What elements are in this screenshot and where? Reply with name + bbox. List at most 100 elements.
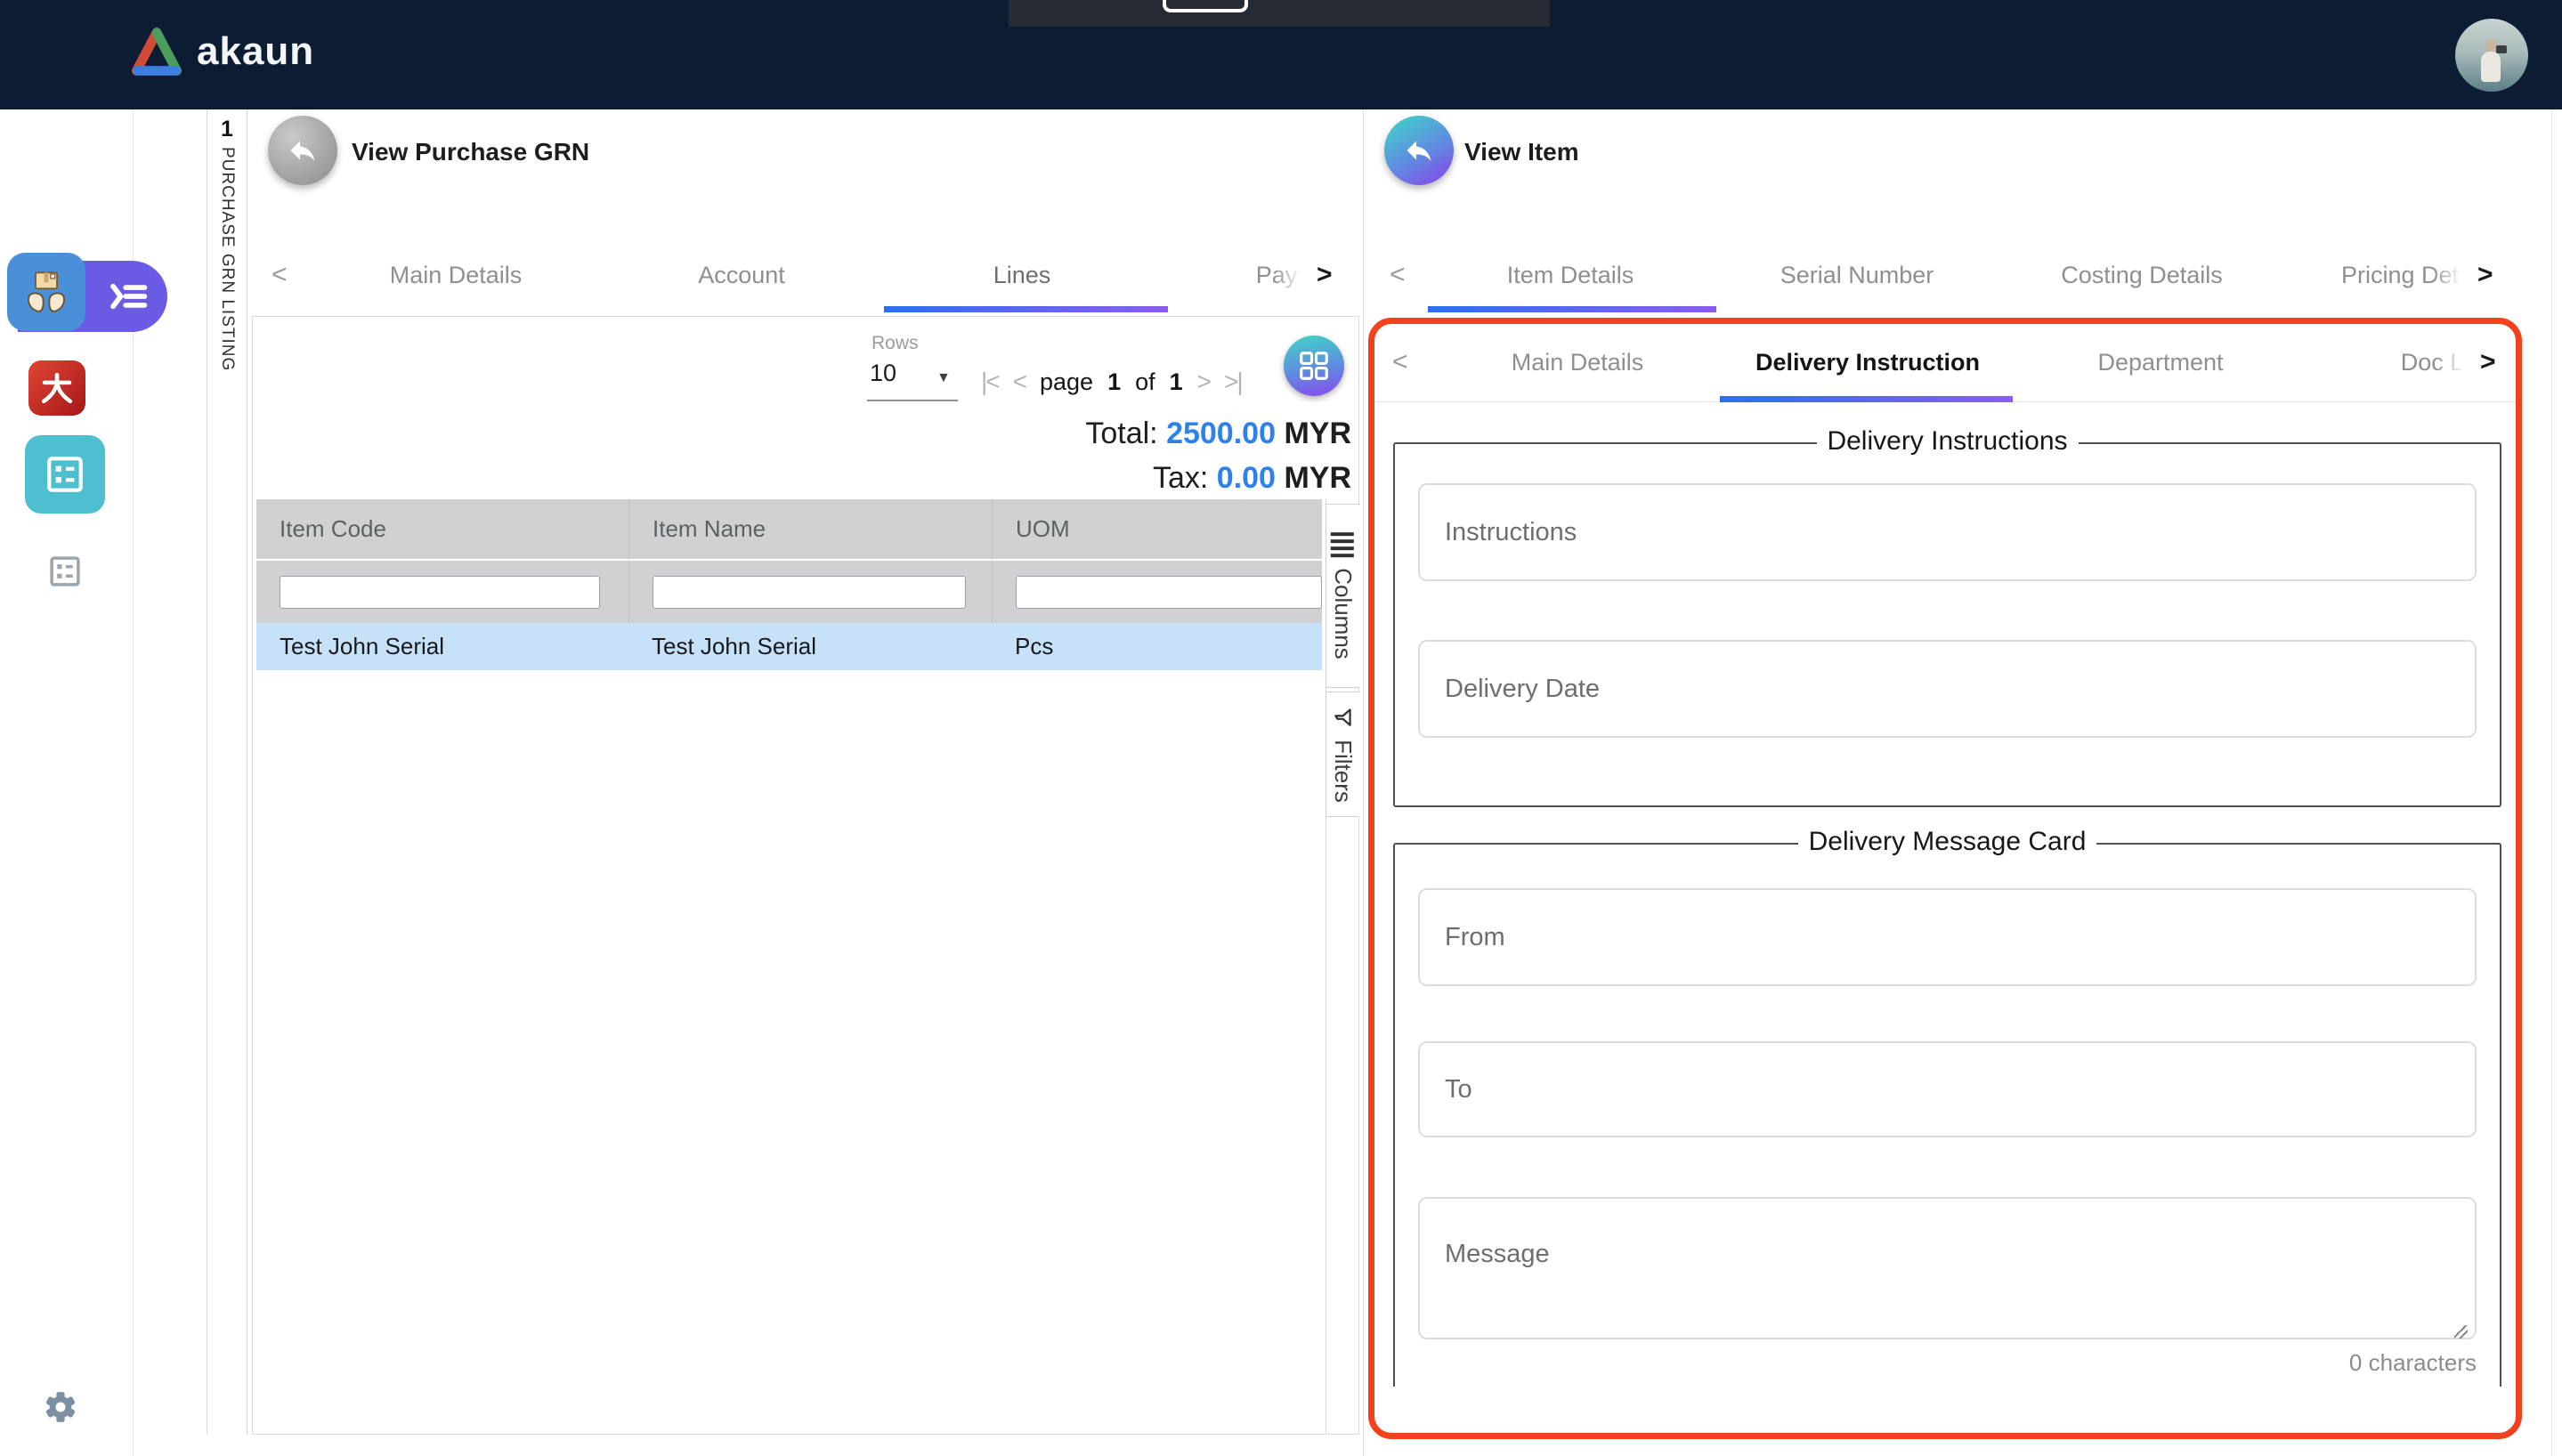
columns-tool-tab[interactable]: Columns [1326, 504, 1359, 688]
camera-icon [2496, 45, 2507, 53]
table-row[interactable]: Test John Serial Test John Serial Pcs [256, 623, 1322, 670]
highlight-border: < Main Details Delivery Instruction Depa… [1368, 318, 2522, 1439]
cell-item-code: Test John Serial [256, 623, 628, 670]
listing-tab-badge: 1 [207, 117, 247, 142]
filter-item-code-input[interactable] [280, 576, 600, 609]
columns-icon [1332, 532, 1355, 557]
rows-per-page-select[interactable]: 10 [870, 360, 896, 387]
tax-amount: 0.00 [1217, 461, 1276, 495]
settings-button[interactable] [43, 1389, 78, 1425]
next-page-icon[interactable]: > [1197, 368, 1210, 396]
table-filter-row [256, 559, 1322, 623]
page-current: 1 [1107, 368, 1121, 396]
instructions-input[interactable] [1418, 483, 2477, 581]
screen-overlay-bar [1009, 0, 1550, 27]
sidebar-item-listing[interactable] [25, 435, 105, 514]
red-dai-character-icon [38, 369, 76, 407]
item-details-sub-tab-bar: < Main Details Delivery Instruction Depa… [1374, 324, 2516, 402]
app-sidebar [0, 109, 134, 1456]
filter-funnel-icon [1332, 706, 1355, 729]
panel-separator [1363, 109, 1364, 1456]
table-header-row: Item Code Item Name UOM [256, 499, 1322, 559]
logo-text: akaun [197, 29, 314, 74]
indent-menu-icon [109, 281, 148, 311]
from-input[interactable] [1418, 888, 2477, 986]
delivery-date-input[interactable] [1418, 640, 2477, 738]
total-amount: 2500.00 [1166, 417, 1276, 450]
gray-ballot-icon [46, 553, 84, 590]
cell-item-name: Test John Serial [628, 623, 992, 670]
item-tab-bar: < Item Details Serial Number Costing Det… [1368, 237, 2522, 313]
page-title-item: View Item [1464, 138, 1579, 166]
sidebar-item-pdf[interactable] [28, 360, 85, 416]
hands-holding-package-icon [20, 266, 72, 318]
selected-subtab-underline [1720, 396, 2013, 402]
textarea-resize-handle-icon[interactable] [2454, 1325, 2468, 1339]
delivery-instructions-section: Delivery Instructions [1393, 442, 2501, 807]
prev-page-icon[interactable]: < [1013, 368, 1026, 396]
pagination-controls: |< < page 1 of 1 > >| [981, 363, 1242, 400]
tax-line: Tax: 0.00 MYR [1085, 456, 1351, 500]
rows-per-page-label: Rows [872, 333, 919, 354]
subtabs-scroll-right-icon[interactable]: > [2480, 347, 2496, 377]
subtab-delivery-instruction[interactable]: Delivery Instruction [1755, 349, 1980, 376]
grn-lines-card: Rows 10 ▼ |< < page 1 of 1 > >| [252, 316, 1359, 1435]
first-page-icon[interactable]: |< [981, 368, 999, 396]
gear-icon [43, 1389, 78, 1425]
total-line: Total: 2500.00 MYR [1085, 411, 1351, 456]
delivery-message-card-legend: Delivery Message Card [1798, 827, 2097, 857]
app-root: akaun [0, 0, 2562, 1456]
page-word: page [1040, 368, 1093, 396]
col-header-item-code[interactable]: Item Code [256, 499, 628, 559]
page-total: 1 [1170, 368, 1183, 396]
columns-tool-label: Columns [1329, 568, 1357, 659]
col-header-uom[interactable]: UOM [992, 499, 1322, 559]
scrollbar-track[interactable] [2551, 109, 2552, 1456]
filter-uom-input[interactable] [1016, 576, 1322, 609]
selected-tab-underline [884, 306, 1168, 312]
delivery-instructions-legend: Delivery Instructions [1816, 426, 2078, 457]
filters-tool-tab[interactable]: Filters [1326, 692, 1359, 817]
listing-tab-label: PURCHASE GRN LISTING [217, 147, 237, 371]
tab-costing-details[interactable]: Costing Details [2061, 262, 2223, 289]
sidebar-item-listing-inactive[interactable] [46, 553, 84, 590]
tab-serial-number[interactable]: Serial Number [1780, 262, 1934, 289]
overlay-button[interactable] [1163, 0, 1248, 12]
minimized-listing-tab[interactable]: 1 PURCHASE GRN LISTING [207, 109, 247, 1435]
tabs-scroll-left-icon[interactable]: < [272, 260, 288, 290]
tab-lines[interactable]: Lines [993, 262, 1051, 289]
last-page-icon[interactable]: >| [1224, 368, 1242, 396]
cell-uom: Pcs [992, 623, 1322, 670]
filter-item-name-input[interactable] [653, 576, 966, 609]
selected-tab-underline [1428, 306, 1716, 312]
back-button-grn[interactable] [268, 116, 337, 185]
tab-main-details[interactable]: Main Details [390, 262, 523, 289]
grn-tab-bar: < Main Details Account Lines Pay > [252, 237, 1359, 313]
back-button-item[interactable] [1384, 116, 1454, 185]
akaun-logo[interactable]: akaun [129, 27, 314, 77]
subtab-department[interactable]: Department [2097, 349, 2223, 376]
character-counter: 0 characters [2349, 1349, 2477, 1377]
subtab-main-details[interactable]: Main Details [1512, 349, 1644, 376]
tabs-scroll-right-icon[interactable]: > [2477, 260, 2493, 290]
tax-currency: MYR [1284, 461, 1351, 495]
col-header-item-name[interactable]: Item Name [628, 499, 992, 559]
message-textarea[interactable] [1418, 1197, 2477, 1339]
grid-view-button[interactable] [1284, 336, 1344, 396]
rows-dropdown-icon[interactable]: ▼ [936, 370, 951, 386]
tab-account[interactable]: Account [698, 262, 785, 289]
to-input[interactable] [1418, 1041, 2477, 1137]
akaun-triangle-icon [129, 27, 184, 77]
lines-table: Item Code Item Name UOM Test John Serial… [256, 499, 1322, 670]
page-title-grn: View Purchase GRN [352, 138, 589, 166]
tabs-scroll-left-icon[interactable]: < [1390, 260, 1406, 290]
subtabs-scroll-left-icon[interactable]: < [1392, 347, 1408, 377]
sidebar-item-inventory[interactable] [7, 253, 85, 331]
tabs-scroll-right-icon[interactable]: > [1317, 260, 1333, 290]
total-currency: MYR [1284, 417, 1351, 450]
view-item-panel: View Item < Item Details Serial Number C… [1368, 109, 2551, 1456]
totals-summary: Total: 2500.00 MYR Tax: 0.00 MYR [1085, 411, 1351, 500]
tab-item-details[interactable]: Item Details [1507, 262, 1634, 289]
user-avatar[interactable] [2455, 19, 2528, 92]
of-word: of [1135, 368, 1155, 396]
